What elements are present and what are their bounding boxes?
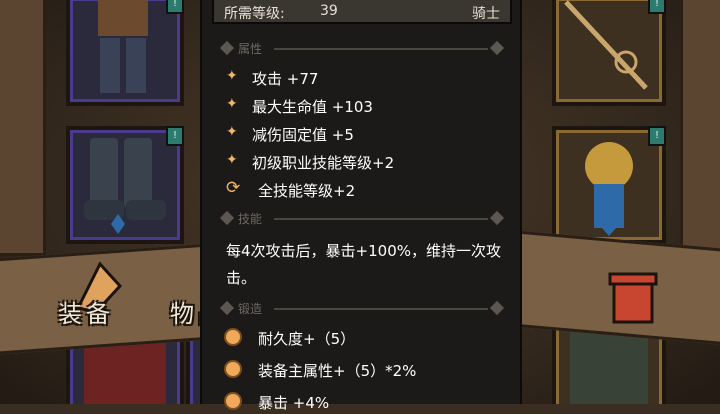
required-level-value: 39 (320, 3, 338, 19)
section-label: 属性 (238, 42, 263, 56)
equipment-slot-bracer[interactable]: ! (552, 126, 666, 244)
section-label: 锻造 (238, 302, 263, 316)
cycle-arrows-icon: ⟳ (226, 178, 241, 198)
slot-badge: ! (648, 0, 666, 14)
equipment-slot-weapon[interactable]: ! (552, 0, 666, 106)
slot-badge: ! (166, 126, 184, 146)
orange-dot-icon (226, 330, 240, 344)
trash-can-icon[interactable] (604, 270, 662, 328)
boots-icon (84, 138, 166, 234)
sword-icon (564, 0, 648, 90)
equipment-slot-boots[interactable]: ! (66, 126, 184, 244)
orange-dot-icon (226, 394, 240, 408)
star-sparkle-icon: ✦ (226, 152, 238, 168)
star-sparkle-icon: ✦ (226, 96, 238, 112)
skill-description: 每4次攻击后，暴击+100%，维持一次攻击。 (226, 242, 501, 287)
section-label: 技能 (238, 212, 263, 226)
required-level-label: 所需等级: (224, 6, 285, 22)
item-tooltip-panel: 所需等级: 39 骑士 属性 ✦ 攻击 +77 ✦ 最大生命值 +103 ✦ 减伤固定… (200, 0, 522, 412)
orange-dot-icon (226, 362, 240, 376)
wood-frame-left (0, 0, 46, 256)
pants-icon (98, 0, 148, 93)
lion-bracer-icon (585, 142, 633, 236)
wood-frame-right (680, 0, 720, 256)
section-header-skills: 技能 (219, 210, 506, 226)
required-level-bar: 所需等级: 39 骑士 (212, 0, 512, 24)
star-sparkle-icon: ✦ (226, 68, 238, 84)
section-header-attributes: 属性 (219, 40, 506, 56)
slot-badge: ! (648, 126, 666, 146)
star-sparkle-icon: ✦ (226, 124, 238, 140)
required-class: 骑士 (472, 6, 500, 22)
tab-equipment[interactable]: 装备 (58, 294, 114, 329)
equipment-slot-pants[interactable]: ! (66, 0, 184, 106)
slot-badge: ! (166, 0, 184, 14)
section-header-forge: 锻造 (219, 300, 506, 316)
